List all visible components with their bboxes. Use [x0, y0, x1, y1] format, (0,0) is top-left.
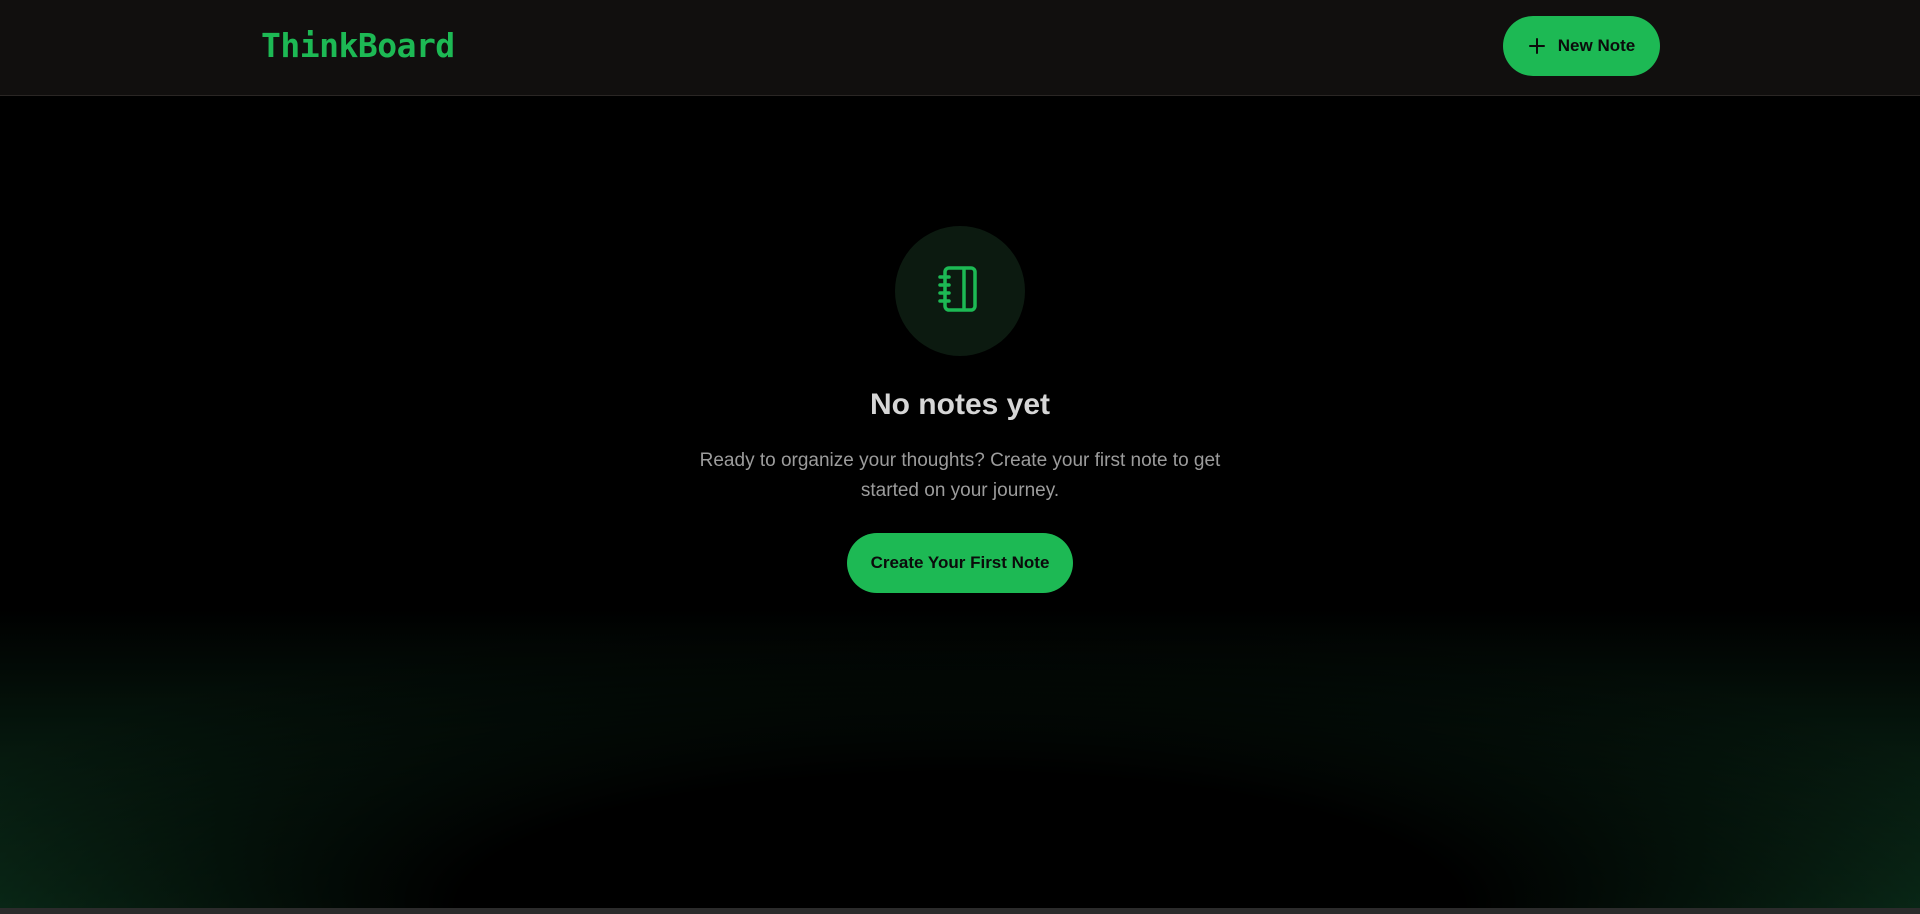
page: ThinkBoard New Note No notes yet Ready t…	[0, 0, 1920, 914]
background-glow	[0, 608, 1920, 908]
bottom-scroll-bar	[0, 908, 1920, 914]
new-note-label: New Note	[1557, 36, 1636, 55]
brand-logo[interactable]: ThinkBoard	[261, 26, 455, 65]
top-navbar: ThinkBoard New Note	[0, 0, 1920, 96]
new-note-button[interactable]: New Note	[1503, 16, 1660, 76]
create-first-note-button[interactable]: Create Your First Note	[847, 533, 1073, 593]
empty-state-title: No notes yet	[869, 388, 1051, 421]
plus-icon	[1528, 37, 1546, 55]
notebook-icon	[936, 264, 984, 319]
empty-state: No notes yet Ready to organize your thou…	[0, 226, 1920, 593]
empty-state-description: Ready to organize your thoughts? Create …	[699, 450, 1221, 501]
empty-state-icon-circle	[895, 226, 1025, 356]
